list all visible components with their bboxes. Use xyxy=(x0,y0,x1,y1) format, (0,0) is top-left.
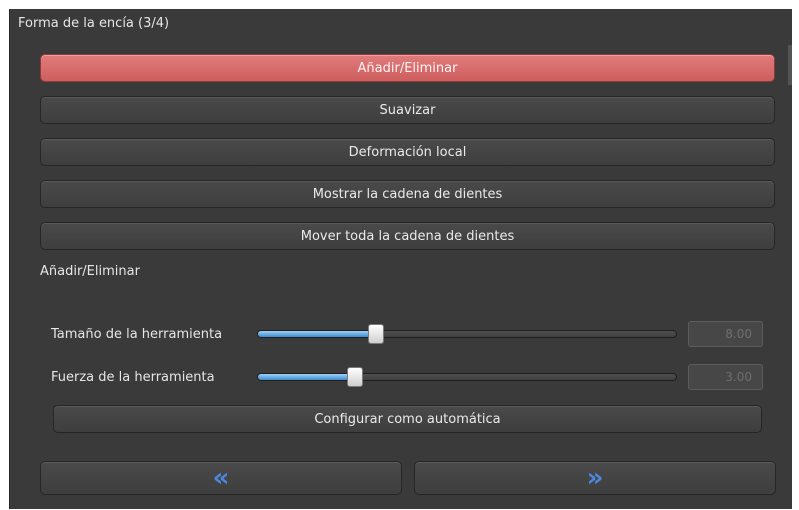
tool-force-slider[interactable] xyxy=(257,367,677,387)
add-remove-button[interactable]: Añadir/Eliminar xyxy=(40,54,775,82)
double-chevron-right-icon: » xyxy=(586,463,604,493)
next-step-button[interactable]: » xyxy=(414,461,776,495)
move-teeth-chain-button[interactable]: Mover toda la cadena de dientes xyxy=(40,222,775,250)
tool-force-label: Fuerza de la herramienta xyxy=(51,370,215,385)
tool-force-slider-thumb[interactable] xyxy=(347,367,363,387)
tool-size-value-field[interactable]: 8.00 xyxy=(688,321,763,347)
tool-size-slider[interactable] xyxy=(257,324,677,344)
set-automatic-button[interactable]: Configurar como automática xyxy=(53,405,762,433)
double-chevron-left-icon: « xyxy=(212,463,230,493)
tool-size-slider-thumb[interactable] xyxy=(368,324,384,344)
scrollbar[interactable] xyxy=(788,45,792,85)
local-deformation-button[interactable]: Deformación local xyxy=(40,138,775,166)
tool-size-label: Tamaño de la herramienta xyxy=(51,327,223,342)
tool-force-value-field[interactable]: 3.00 xyxy=(688,364,763,390)
previous-step-button[interactable]: « xyxy=(40,461,402,495)
mode-label: Añadir/Eliminar xyxy=(40,264,140,279)
tool-size-slider-fill xyxy=(258,331,376,337)
show-teeth-chain-button[interactable]: Mostrar la cadena de dientes xyxy=(40,180,775,208)
tool-force-slider-fill xyxy=(258,374,355,380)
gum-shape-panel xyxy=(9,9,792,509)
smooth-button[interactable]: Suavizar xyxy=(40,96,775,124)
panel-title: Forma de la encía (3/4) xyxy=(18,16,170,31)
